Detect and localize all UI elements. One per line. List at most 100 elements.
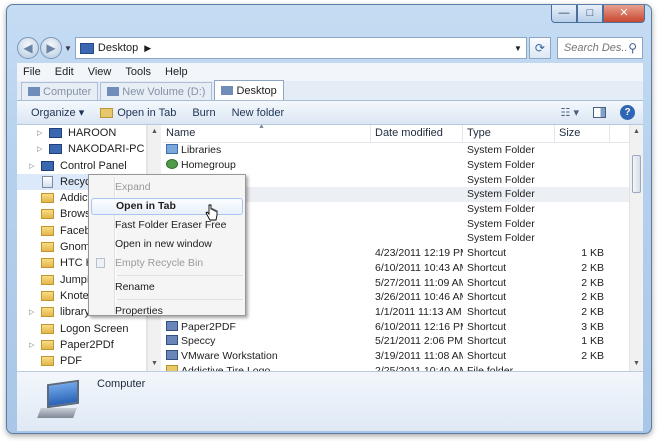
tab-desktop[interactable]: Desktop [214,80,284,100]
cell-date: 3/26/2011 10:46 AM [375,291,463,304]
cell-type: System Folder [467,203,535,216]
organize-button[interactable]: Organize ▾ [31,106,84,119]
table-row[interactable]: Speccy 5/21/2011 2:06 PM Shortcut 1 KB [162,334,629,349]
scroll-up-icon[interactable]: ▲ [148,125,161,139]
tree-item-label: Logon Screen [60,322,129,335]
file-name: Speccy [181,335,216,348]
cell-name: Paper2PDF [162,320,371,333]
cell-size: 2 KB [581,261,604,274]
menu-file[interactable]: File [23,66,41,78]
help-icon[interactable]: ? [620,105,635,120]
column-header-date[interactable]: Date modified [371,125,463,142]
menu-help[interactable]: Help [165,66,188,78]
table-row[interactable]: Libraries System Folder [162,143,629,158]
scroll-down-icon[interactable]: ▼ [630,357,643,371]
cell-type: Shortcut [467,247,507,260]
computer-icon [49,144,62,155]
table-row[interactable]: Addictive Tire Logo 2/25/2011 10:40 AM Fil… [162,363,629,371]
scroll-down-icon[interactable]: ▼ [148,357,161,371]
context-menu-item-open-in-new-window[interactable]: Open in new window [91,236,243,253]
tree-item-folder[interactable]: ▷ Paper2PDf [17,337,146,353]
search-input[interactable] [563,42,628,54]
menu-item-label: Empty Recycle Bin [115,257,204,269]
open-in-tab-label: Open in Tab [117,106,177,119]
minimize-button[interactable]: — [551,5,577,23]
expand-arrow-icon[interactable]: ▷ [29,341,37,349]
address-path[interactable]: Desktop [98,42,138,54]
context-menu-item-expand: Expand [91,179,243,196]
cell-size: 2 KB [581,276,604,289]
desktop-icon [221,86,234,95]
address-dropdown-icon[interactable]: ▼ [514,44,522,53]
cell-date: 3/19/2011 11:08 AM [375,349,463,362]
menu-item-label: Expand [115,181,151,193]
tree-item-label: Knote [60,289,89,302]
context-menu-item-properties[interactable]: Properties [91,303,243,320]
cell-date: 6/10/2011 10:43 AM [375,261,463,274]
tab-computer[interactable]: Computer [21,82,99,100]
file-list-scrollbar[interactable]: ▲ ▼ [629,125,643,371]
tab-new-volume[interactable]: New Volume (D:) [100,82,213,100]
folder-icon [41,193,54,204]
back-button[interactable]: ◀ [17,37,39,59]
change-view-icon[interactable]: ☷ ▾ [561,106,579,119]
tree-item-label: NAKODARI-PC [68,143,145,156]
burn-button[interactable]: Burn [192,107,215,119]
folder-icon [41,209,54,220]
context-menu-item-open-in-tab[interactable]: Open in Tab [91,198,243,215]
menu-view[interactable]: View [88,66,112,78]
search-icon[interactable]: ⚲ [628,41,637,55]
chevron-right-icon[interactable]: ▶ [144,43,151,54]
context-menu-item-fast-folder-eraser-free[interactable]: Fast Folder Eraser Free [91,217,243,234]
recycle-bin-icon [42,175,53,188]
cell-date: 6/10/2011 12:16 PM [375,320,463,333]
scrollbar-thumb[interactable] [632,155,641,193]
open-in-tab-button[interactable]: Open in Tab [100,107,176,119]
cell-type: Shortcut [467,305,507,318]
folder-icon [41,242,54,253]
tree-item-label: Control Panel [60,159,127,172]
close-button[interactable]: ✕ [603,5,645,23]
new-folder-button[interactable]: New folder [232,107,285,119]
command-bar: Organize ▾ Open in Tab Burn New folder ☷… [17,101,643,125]
menu-tools[interactable]: Tools [125,66,151,78]
folder-tab-icon [100,107,114,118]
search-box[interactable]: ⚲ [556,37,643,59]
tree-item-folder[interactable]: PDF [17,353,146,369]
tree-item-label: PDF [60,355,82,368]
preview-pane-icon[interactable] [593,107,606,118]
context-menu-item-rename[interactable]: Rename [91,279,243,296]
address-bar[interactable]: Desktop ▶ ▼ [74,37,527,59]
column-header-row: ▲ Name Date modified Type Size [162,125,629,143]
expand-arrow-icon[interactable]: ▷ [29,308,37,316]
maximize-button[interactable]: □ [577,5,603,23]
folder-icon [41,307,54,318]
table-row[interactable]: VMware Workstation 3/19/2011 11:08 AM Shor… [162,349,629,364]
expand-arrow-icon[interactable]: ▷ [29,162,37,170]
sort-ascending-icon: ▲ [258,125,265,130]
column-header-size[interactable]: Size [555,125,610,142]
column-header-name[interactable]: ▲ Name [162,125,371,142]
menu-edit[interactable]: Edit [55,66,74,78]
refresh-button[interactable]: ⟳ [528,37,551,59]
column-header-type[interactable]: Type [463,125,555,142]
cell-type: System Folder [467,144,535,157]
folder-icon [41,323,54,334]
menu-bar: File Edit View Tools Help [17,63,643,81]
cell-date: 5/21/2011 2:06 PM [375,335,463,348]
table-row[interactable]: Homegroup System Folder [162,158,629,173]
recent-pages-dropdown[interactable]: ▼ [64,44,72,53]
folder-icon [41,356,54,367]
tree-item-control-panel[interactable]: ▷ Control Panel [17,158,146,174]
cell-name: Homegroup [162,159,371,171]
tree-item-haroon[interactable]: ▷ HAROON [17,125,146,141]
table-row[interactable]: Paper2PDF 6/10/2011 12:16 PM Shortcut 3 KB [162,319,629,334]
tree-item-folder[interactable]: Logon Screen [17,321,146,337]
expand-arrow-icon[interactable]: ▷ [37,129,45,137]
scroll-up-icon[interactable]: ▲ [630,125,643,139]
expand-arrow-icon[interactable]: ▷ [37,145,45,153]
tree-item-label: Paper2PDf [60,338,114,351]
tab-strip: Computer New Volume (D:) Desktop [17,80,643,101]
tree-item-nakodari-pc[interactable]: ▷ NAKODARI-PC [17,141,146,157]
forward-button[interactable]: ▶ [40,37,62,59]
